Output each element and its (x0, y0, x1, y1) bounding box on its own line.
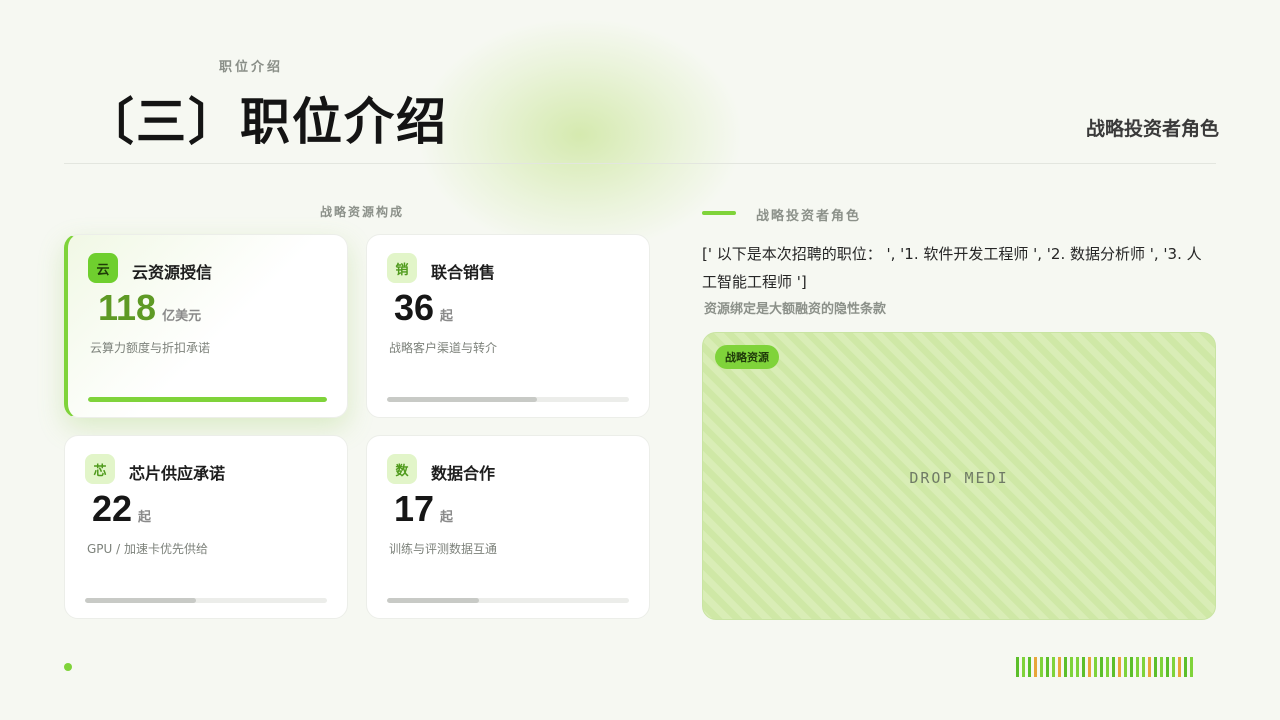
right-section-subtitle: 资源绑定是大额融资的隐性条款 (704, 302, 887, 317)
card-unit: 起 (138, 510, 152, 525)
media-drop-zone[interactable]: 战略资源 DROP MEDI (702, 332, 1216, 620)
barcode-bar (1040, 657, 1043, 677)
barcode-bar (1028, 657, 1031, 677)
card-title: 联合销售 (431, 263, 496, 282)
barcode-bar (1178, 657, 1181, 677)
barcode-bar (1124, 657, 1127, 677)
card-progress-fill (85, 598, 197, 603)
card-value-number: 118 (98, 287, 157, 328)
card-value: 36 起 (394, 287, 453, 329)
media-placeholder-text: DROP MEDI (909, 469, 1009, 487)
barcode-bar (1034, 657, 1037, 677)
card-progress-fill (387, 598, 479, 603)
barcode-bar (1142, 657, 1145, 677)
barcode-bar (1160, 657, 1163, 677)
barcode-bar (1088, 657, 1091, 677)
media-tag: 战略资源 (715, 345, 779, 369)
resource-card-data[interactable]: 数 数据合作 17 起 训练与评测数据互通 (366, 435, 650, 619)
card-unit: 起 (440, 510, 454, 525)
left-section-label: 战略资源构成 (320, 205, 405, 219)
barcode-bar (1136, 657, 1139, 677)
card-value-number: 17 (394, 488, 435, 529)
barcode-bar (1190, 657, 1193, 677)
card-description: GPU / 加速卡优先供给 (87, 542, 208, 556)
resource-card-chips[interactable]: 芯 芯片供应承诺 22 起 GPU / 加速卡优先供给 (64, 435, 348, 619)
barcode-bar (1052, 657, 1055, 677)
barcode-bar (1112, 657, 1115, 677)
barcode-bar (1094, 657, 1097, 677)
right-section-label: 战略投资者角色 (756, 209, 862, 224)
top-right-label: 战略投资者角色 (1085, 118, 1219, 140)
card-badge-icon: 芯 (85, 454, 115, 484)
barcode-bar (1076, 657, 1079, 677)
card-progress-fill (387, 397, 538, 402)
card-value: 118 亿美元 (98, 287, 201, 329)
barcode-bar (1016, 657, 1019, 677)
barcode-bar (1100, 657, 1103, 677)
card-title: 芯片供应承诺 (129, 464, 226, 483)
barcode-bar (1022, 657, 1025, 677)
card-value: 17 起 (394, 488, 453, 530)
barcode-bar (1154, 657, 1157, 677)
card-title: 云资源授信 (132, 263, 213, 282)
card-progress-track (387, 397, 629, 402)
card-description: 云算力额度与折扣承诺 (90, 341, 211, 355)
card-unit: 亿美元 (162, 309, 202, 324)
barcode-bar (1106, 657, 1109, 677)
card-badge-icon: 数 (387, 454, 417, 484)
card-progress-track (85, 598, 327, 603)
job-list-text: [' 以下是本次招聘的职位： ', '1. 软件开发工程师 ', '2. 数据分… (702, 245, 1202, 291)
resource-card-cloud[interactable]: 云 云资源授信 118 亿美元 云算力额度与折扣承诺 (64, 234, 348, 418)
card-progress-track (88, 397, 327, 402)
barcode-bar (1058, 657, 1061, 677)
footer-dot (64, 663, 72, 671)
barcode-bar (1148, 657, 1151, 677)
section-accent-line (702, 211, 736, 215)
card-unit: 起 (440, 309, 454, 324)
card-description: 战略客户渠道与转介 (389, 341, 498, 355)
barcode-bar (1070, 657, 1073, 677)
background-glow (420, 20, 740, 250)
card-progress-fill (88, 397, 327, 402)
barcode-bar (1166, 657, 1169, 677)
card-title: 数据合作 (431, 464, 496, 483)
card-description: 训练与评测数据互通 (389, 542, 498, 556)
barcode-bar (1130, 657, 1133, 677)
card-value: 22 起 (92, 488, 151, 530)
card-progress-track (387, 598, 629, 603)
page-title: 〔三〕职位介绍 (84, 93, 448, 151)
page-eyebrow: 职位介绍 (219, 60, 284, 75)
card-value-number: 22 (92, 488, 133, 529)
barcode-bar (1172, 657, 1175, 677)
card-badge-icon: 云 (88, 253, 118, 283)
barcode-bar (1118, 657, 1121, 677)
header-divider (64, 163, 1216, 164)
barcode-bar (1184, 657, 1187, 677)
card-value-number: 36 (394, 287, 435, 328)
barcode-bar (1046, 657, 1049, 677)
card-badge-icon: 销 (387, 253, 417, 283)
barcode-bar (1064, 657, 1067, 677)
barcode-bar (1082, 657, 1085, 677)
resource-card-sales[interactable]: 销 联合销售 36 起 战略客户渠道与转介 (366, 234, 650, 418)
footer-barcode-decoration (1016, 657, 1193, 677)
